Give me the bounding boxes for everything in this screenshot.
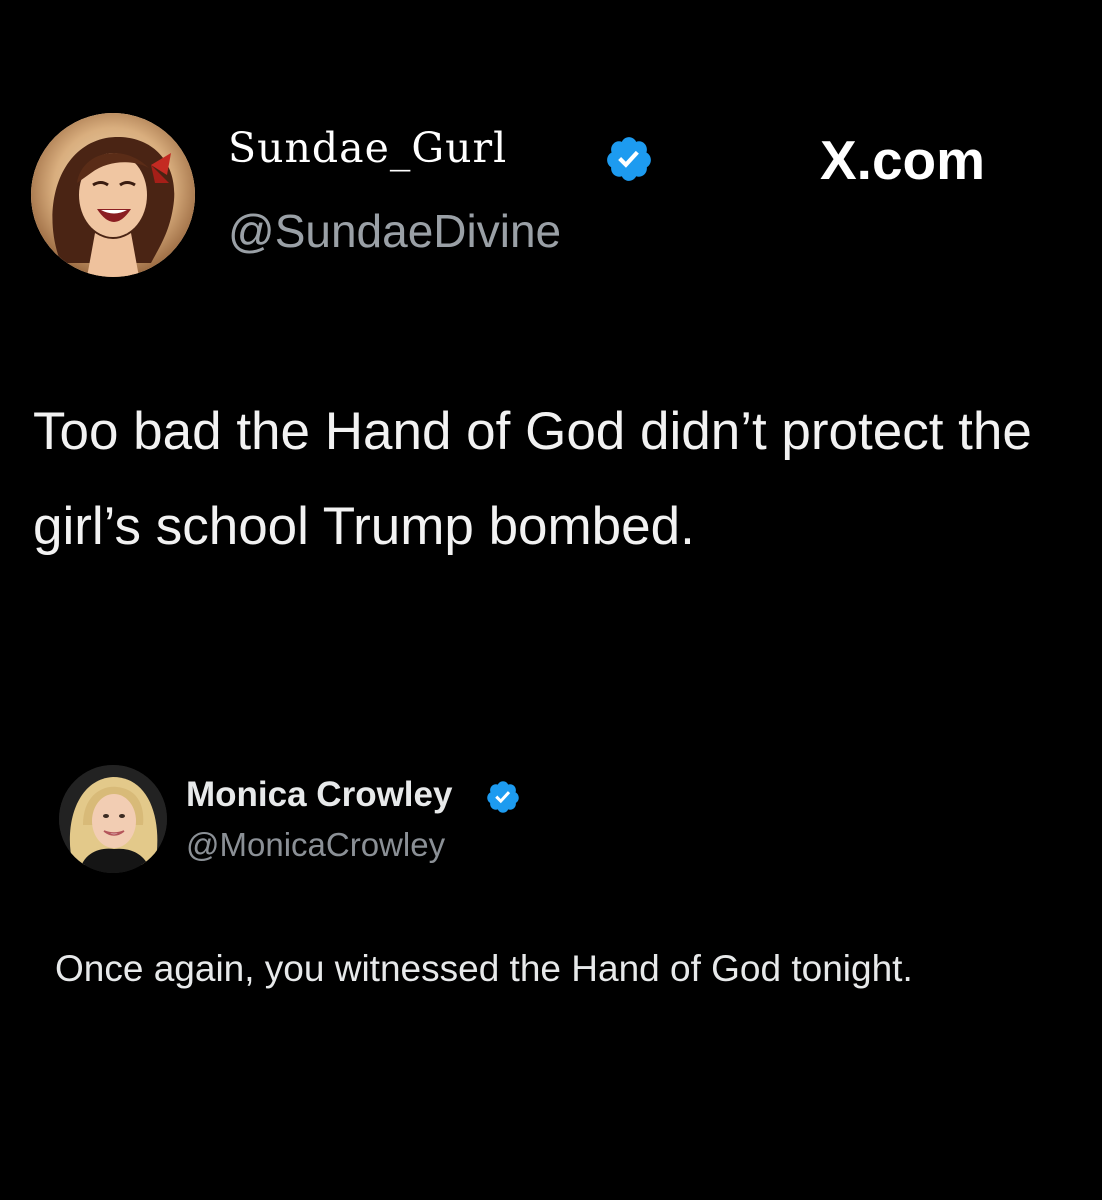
quoted-author-avatar[interactable] (59, 765, 167, 873)
site-brand-label: X.com (820, 129, 986, 191)
screenshot-page: Sundae_Gurl @SundaeDivine X.com Too bad … (0, 0, 1102, 1200)
verified-badge-icon (487, 781, 519, 813)
portrait-photo-icon (59, 765, 167, 873)
quoted-post-body-text: Once again, you witnessed the Hand of Go… (55, 948, 913, 989)
verified-badge-icon (607, 137, 651, 181)
author-avatar[interactable] (31, 113, 195, 277)
portrait-illustration-icon (31, 113, 195, 277)
quoted-author-display-name[interactable]: Monica Crowley (186, 777, 452, 812)
author-display-name[interactable]: Sundae_Gurl (228, 128, 507, 169)
author-handle[interactable]: @SundaeDivine (228, 208, 561, 254)
post-body-text: Too bad the Hand of God didn’t protect t… (33, 402, 1032, 556)
quoted-author-handle[interactable]: @MonicaCrowley (186, 828, 445, 861)
